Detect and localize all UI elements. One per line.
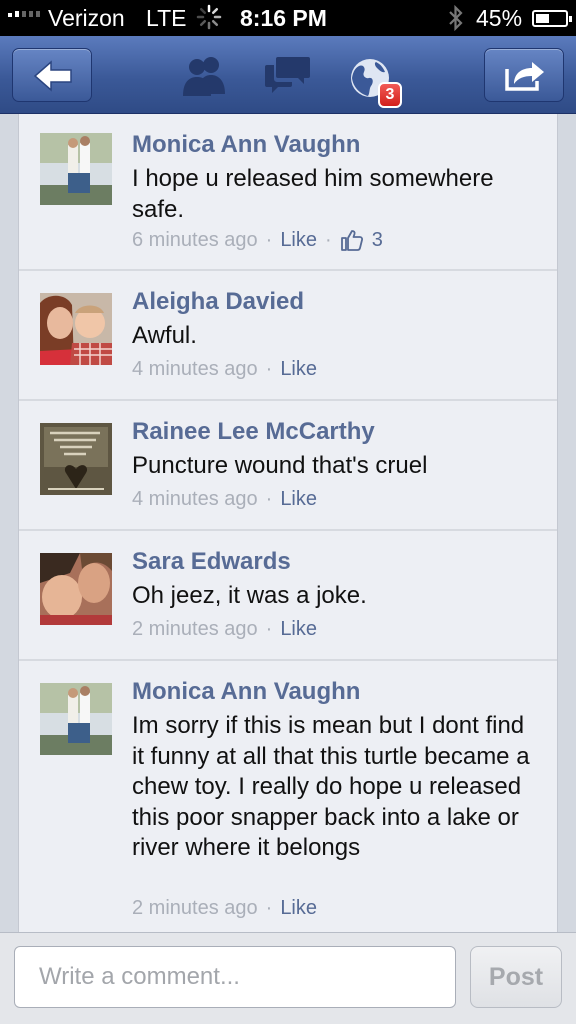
separator-dot: · bbox=[325, 228, 332, 251]
separator-dot: · bbox=[265, 358, 273, 380]
battery-percentage: 45% bbox=[476, 5, 523, 31]
comment-item: Monica Ann Vaughn I hope u released him … bbox=[19, 114, 557, 271]
share-button[interactable] bbox=[484, 48, 564, 102]
comment-meta: 6 minutes ago · Like · 3 bbox=[132, 228, 383, 252]
separator-dot: · bbox=[265, 897, 273, 919]
like-link[interactable]: Like bbox=[280, 229, 317, 252]
avatar[interactable] bbox=[40, 293, 112, 365]
like-link[interactable]: Like bbox=[280, 897, 317, 920]
top-navigation-bar: 3 bbox=[0, 36, 576, 114]
like-link[interactable]: Like bbox=[280, 618, 317, 641]
comment-meta: 4 minutes ago · Like bbox=[132, 358, 317, 381]
messages-icon[interactable] bbox=[264, 54, 312, 96]
comment-text: I hope u released him somewhere safe. bbox=[132, 165, 494, 223]
post-button[interactable]: Post bbox=[470, 946, 562, 1008]
back-arrow-icon bbox=[33, 60, 72, 92]
thumbs-up-icon bbox=[340, 230, 363, 251]
comment-item: Sara Edwards Oh jeez, it was a joke. 2 m… bbox=[19, 531, 557, 661]
avatar[interactable] bbox=[40, 133, 112, 205]
bluetooth-icon bbox=[449, 4, 463, 32]
avatar[interactable] bbox=[40, 553, 112, 625]
comment-author-link[interactable]: Sara Edwards bbox=[132, 548, 291, 576]
back-button[interactable] bbox=[12, 48, 92, 102]
comment-text: Oh jeez, it was a joke. bbox=[132, 582, 367, 609]
notification-count-badge: 3 bbox=[378, 82, 402, 108]
comment-text: Puncture wound that's cruel bbox=[132, 452, 428, 479]
write-comment-input[interactable] bbox=[14, 946, 456, 1008]
carrier-name: Verizon bbox=[48, 5, 125, 31]
comment-item: Aleigha Davied Awful. 4 minutes ago · Li… bbox=[19, 271, 557, 401]
comment-timestamp: 4 minutes ago bbox=[132, 358, 258, 380]
comment-author-link[interactable]: Rainee Lee McCarthy bbox=[132, 418, 375, 446]
comments-list[interactable]: Monica Ann Vaughn I hope u released him … bbox=[18, 114, 558, 932]
comment-author-link[interactable]: Monica Ann Vaughn bbox=[132, 678, 360, 706]
comment-timestamp: 2 minutes ago bbox=[132, 618, 258, 640]
comment-author-link[interactable]: Aleigha Davied bbox=[132, 288, 304, 316]
comment-composer: Post bbox=[0, 932, 576, 1024]
battery-icon bbox=[532, 10, 572, 27]
like-count-value: 3 bbox=[371, 228, 383, 251]
comment-timestamp: 6 minutes ago bbox=[132, 228, 258, 251]
comment-text: Im sorry if this is mean but I dont find… bbox=[132, 712, 530, 861]
avatar[interactable] bbox=[40, 683, 112, 755]
friend-requests-icon[interactable] bbox=[178, 54, 230, 98]
status-time: 8:16 PM bbox=[240, 5, 327, 31]
comment-meta: 2 minutes ago · Like bbox=[132, 618, 317, 641]
like-link[interactable]: Like bbox=[280, 488, 317, 511]
comment-meta: 4 minutes ago · Like bbox=[132, 488, 317, 511]
comment-meta: 2 minutes ago · Like bbox=[132, 897, 317, 920]
comment-timestamp: 4 minutes ago bbox=[132, 488, 258, 510]
separator-dot: · bbox=[265, 228, 273, 251]
share-icon bbox=[505, 62, 544, 91]
network-type: LTE bbox=[146, 5, 187, 31]
like-count[interactable]: 3 bbox=[340, 228, 383, 252]
separator-dot: · bbox=[265, 618, 273, 640]
comment-author-link[interactable]: Monica Ann Vaughn bbox=[132, 131, 360, 159]
separator-dot: · bbox=[265, 488, 273, 510]
comment-timestamp: 2 minutes ago bbox=[132, 897, 258, 919]
avatar[interactable] bbox=[40, 423, 112, 495]
status-bar: Verizon LTE 8:16 PM 45% bbox=[0, 0, 576, 36]
comment-item: Rainee Lee McCarthy Puncture wound that'… bbox=[19, 401, 557, 531]
signal-strength-icon bbox=[8, 11, 40, 17]
comment-item: Monica Ann Vaughn Im sorry if this is me… bbox=[19, 661, 557, 932]
like-link[interactable]: Like bbox=[280, 358, 317, 381]
activity-spinner-icon bbox=[196, 4, 222, 30]
comment-text: Awful. bbox=[132, 322, 197, 349]
